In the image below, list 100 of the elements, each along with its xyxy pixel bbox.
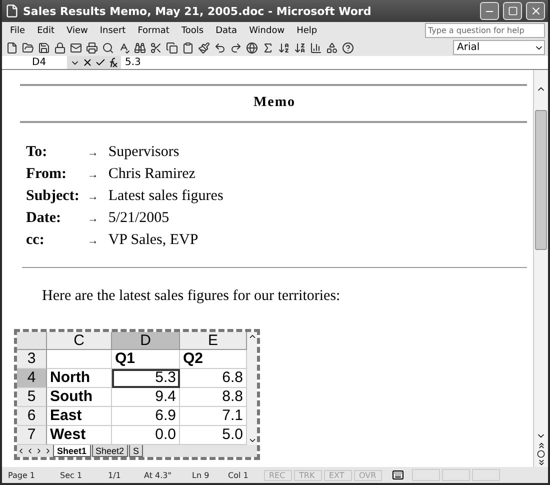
field-value: Chris Ramirez [108,166,196,183]
last-sheet-icon[interactable] [44,447,52,455]
maximize-button[interactable] [503,2,522,20]
save-icon[interactable] [37,42,51,54]
mail-icon[interactable] [69,42,83,54]
tab-mark: → [86,190,100,202]
table-cell[interactable]: 9.4 [112,388,180,407]
field-label: Date: [26,210,62,227]
field-value: Latest sales figures [108,188,224,205]
font-field[interactable]: Arial [453,40,545,55]
menu-item[interactable]: Window [244,26,290,36]
drawing-icon[interactable] [325,42,339,54]
vertical-scrollbar[interactable] [533,70,548,467]
status-item: 1/1 [107,470,122,480]
keyboard-icon [392,469,404,481]
corner-header [17,332,47,350]
menu-item[interactable]: View [62,26,93,36]
open-folder-icon[interactable] [21,42,35,54]
menu-item[interactable]: Edit [32,26,60,36]
paste-icon[interactable] [181,42,195,54]
formula-value[interactable]: 5.3 [121,57,141,68]
embedded-spreadsheet[interactable]: C D E 3 Q1 Q2 4 North 5.3 6.8 5 South 9.4 8.8 6 East 6.9 7.1 7 West 0.0 5.0 Sheet1 Sheet2 S [14,329,260,460]
sort-descending-icon[interactable] [293,42,307,54]
browse-object-icon[interactable] [537,450,545,458]
previous-sheet-icon[interactable] [26,447,34,455]
sort-ascending-icon[interactable] [277,42,291,54]
undo-icon[interactable] [213,42,227,54]
tab-mark: → [86,234,100,246]
row-header[interactable]: 7 [17,426,47,445]
row-header[interactable]: 3 [17,350,47,369]
table-cell[interactable] [47,350,112,369]
status-item: Col 1 [227,470,250,480]
row-header[interactable]: 4 [17,369,47,388]
status-item: TRK [294,470,322,480]
status-panel [472,469,500,481]
status-item: At 4.3" [143,470,172,480]
status-item: Sec 1 [59,470,84,480]
help-search-field[interactable]: Type a question for help [425,23,545,38]
table-cell[interactable]: 7.1 [180,407,247,426]
word-document-icon [5,4,19,18]
table-cell[interactable]: 8.8 [180,388,247,407]
status-panel [412,469,440,481]
menu-item[interactable]: Tools [176,26,209,36]
insert-function-icon[interactable] [108,57,118,68]
maximize-icon [508,6,518,16]
scroll-down-icon[interactable] [248,436,256,445]
print-icon[interactable] [85,42,99,54]
menu-item[interactable]: File [5,26,30,36]
field-value: Supervisors [108,144,180,161]
next-sheet-icon[interactable] [35,447,43,455]
close-icon [530,5,542,17]
column-header[interactable]: D [112,332,180,350]
sheet-tab[interactable]: S [129,445,144,457]
minimize-button[interactable] [480,2,499,20]
table-cell[interactable]: South [47,388,112,407]
menu-item[interactable]: Insert [94,26,131,36]
chart-icon[interactable] [309,42,323,54]
row-header[interactable]: 5 [17,388,47,407]
window-title: Sales Results Memo, May 21, 2005.doc - Microsoft Word [23,4,372,18]
close-button[interactable] [526,2,545,20]
table-cell[interactable]: Q2 [180,350,247,369]
status-item: EXT [324,470,352,480]
status-item: Page 1 [7,470,36,480]
print-preview-icon[interactable] [101,42,115,54]
field-value: 5/21/2005 [108,210,170,227]
column-header[interactable]: C [47,332,112,350]
table-cell[interactable]: 6.8 [180,369,247,388]
menu-item[interactable]: Data [210,26,242,36]
cancel-icon[interactable] [82,57,93,68]
row-header[interactable]: 6 [17,407,47,426]
enter-icon[interactable] [95,57,106,68]
table-cell[interactable]: North [47,369,112,388]
status-item: Ln 9 [191,470,210,480]
sheet-tab[interactable]: Sheet2 [92,445,128,457]
redo-icon[interactable] [229,42,243,54]
scroll-up-icon[interactable] [248,332,256,341]
scroll-thumb[interactable] [535,110,547,250]
field-label: To: [26,144,48,161]
tab-mark: → [86,146,100,158]
spreadsheet-scrollbar[interactable] [247,332,257,445]
help-icon[interactable] [341,42,355,54]
column-header[interactable]: E [180,332,247,350]
copy-icon[interactable] [165,42,179,54]
previous-page-icon[interactable] [536,441,546,450]
table-cell[interactable]: 5.3 [112,369,180,388]
name-box[interactable]: D4 [2,57,67,68]
next-page-icon[interactable] [536,458,546,467]
new-document-icon[interactable] [5,42,19,54]
table-cell[interactable]: East [47,407,112,426]
menu-item[interactable]: Help [292,26,322,36]
cut-icon[interactable] [149,42,163,54]
first-sheet-icon[interactable] [17,447,25,455]
table-cell[interactable]: Q1 [112,350,180,369]
sheet-tab[interactable]: Sheet1 [53,445,91,457]
table-cell[interactable]: 6.9 [112,407,180,426]
tab-mark: → [86,168,100,180]
memo-title: Memo [252,94,297,112]
format-painter-icon[interactable] [197,42,211,54]
menu-item[interactable]: Format [132,26,174,36]
status-panel [442,469,470,481]
